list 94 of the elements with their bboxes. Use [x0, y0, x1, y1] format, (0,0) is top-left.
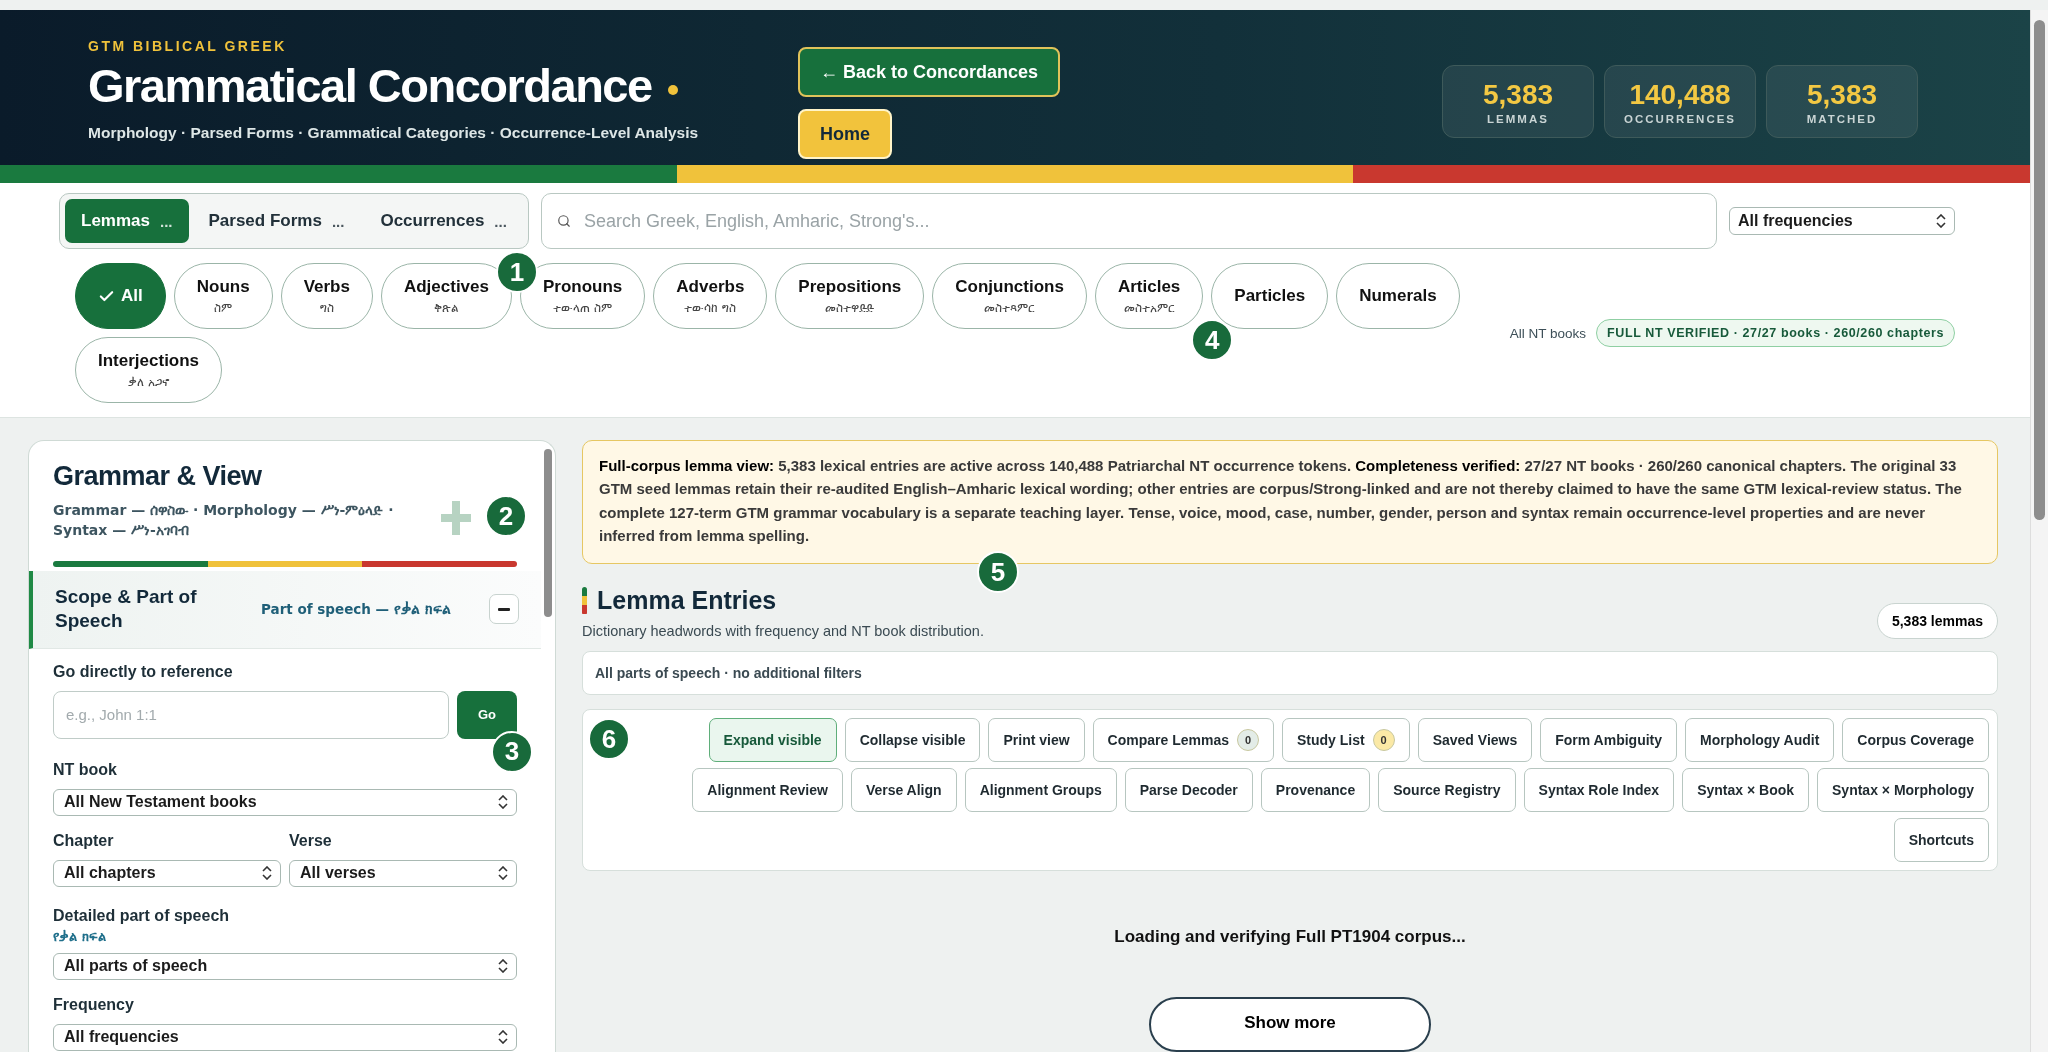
stat-label: OCCURRENCES	[1623, 112, 1737, 125]
chevron-updown-icon	[262, 866, 272, 881]
sidebar-subtitle: Grammar — ሰዋስው · Morphology — ሥነ-ምዕላድ · Syntax — ሥነ-አገባብ	[53, 501, 395, 541]
filter-chip[interactable]: Adjectives ቅጽል	[380, 263, 512, 329]
verse-select[interactable]: All verses	[289, 859, 517, 887]
filter-chip[interactable]: Numerals	[1336, 263, 1460, 329]
view-tab[interactable]: Lemmas ...	[65, 199, 189, 243]
field-sublabel: የቃል ክፍል	[53, 928, 107, 945]
chevron-updown-icon	[498, 959, 508, 974]
part-of-speech-select[interactable]: All parts of speech	[53, 952, 517, 980]
filter-chip[interactable]: Prepositions መስተዋድድ	[775, 263, 925, 329]
tool-button[interactable]: Shortcuts	[1893, 818, 1989, 862]
chevron-updown-icon	[1936, 214, 1946, 228]
section-title: Scope & Part of Speech	[55, 584, 198, 634]
section-subtitle: Part of speech — የቃል ክፍል	[261, 600, 452, 619]
show-more-button[interactable]: Show more	[1149, 997, 1431, 1052]
book-select[interactable]: All New Testament books	[53, 788, 517, 816]
dot-icon	[667, 84, 678, 95]
number-badge: 3	[491, 730, 533, 773]
field-label: Frequency	[53, 995, 135, 1014]
search-icon	[556, 214, 571, 228]
number-badge: 4	[1191, 319, 1234, 361]
loading-message: Loading and verifying Full PT1904 corpus...	[1113, 927, 1467, 947]
back-button[interactable]: ← Back to Concordances	[798, 47, 1061, 97]
home-button[interactable]: Home	[798, 109, 892, 159]
chevron-updown-icon	[498, 795, 508, 810]
filter-chip[interactable]: Verbs ግስ	[280, 263, 373, 329]
scrollbar-thumb[interactable]	[2034, 20, 2045, 520]
tool-button[interactable]: Syntax Role Index	[1523, 768, 1675, 812]
filter-chip[interactable]: Particles	[1211, 263, 1329, 329]
go-button[interactable]: Go	[457, 690, 517, 739]
tool-button[interactable]: Syntax × Morphology	[1817, 768, 1989, 812]
tool-button[interactable]: Study List 0	[1282, 718, 1410, 762]
reference-field[interactable]: e.g., John 1:1	[53, 690, 449, 739]
stat-label: LEMMAS	[1487, 112, 1549, 125]
filter-chip[interactable]: Conjunctions መስተጻምር	[932, 263, 1087, 329]
eyebrow-label: GTM BIBLICAL GREEK	[88, 38, 288, 54]
count-badge: 0	[1372, 729, 1395, 751]
filter-chip[interactable]: Nouns ስም	[173, 263, 273, 329]
tool-button[interactable]: Corpus Coverage	[1842, 718, 1989, 762]
tool-button[interactable]: Source Registry	[1378, 768, 1516, 812]
tool-button[interactable]: Alignment Review	[692, 768, 843, 812]
chevron-updown-icon	[498, 1030, 508, 1045]
count-badge: 5,383 lemmas	[1876, 603, 1998, 639]
verified-badge: FULL NT VERIFIED · 27/27 books · 260/260 chapters	[1596, 319, 1955, 347]
page-title: Grammatical Concordance	[88, 60, 652, 112]
filter-chip[interactable]: Interjections ቃለ አጋኖ	[75, 337, 223, 403]
section-subtitle: Dictionary headwords with frequency and NT book distribution.	[582, 623, 984, 639]
tool-button[interactable]: Provenance	[1260, 768, 1371, 812]
count-badge: 0	[1237, 729, 1259, 751]
page-subtitle: Morphology · Parsed Forms · Grammatical Categories · Occurrence-Level Analysis	[88, 123, 700, 142]
scrollbar-thumb[interactable]	[544, 449, 552, 617]
field-label: NT book	[53, 760, 118, 779]
section-title: Lemma Entries	[597, 586, 777, 615]
tool-button[interactable]: Verse Align	[850, 768, 957, 812]
filter-chip[interactable]: Adverbs ተውሳከ ግስ	[653, 263, 768, 329]
view-tab[interactable]: Occurrences ...	[364, 199, 523, 243]
tool-button[interactable]: Compare Lemmas 0	[1092, 718, 1274, 762]
field-label: Go directly to reference	[53, 662, 234, 681]
tool-button[interactable]: Morphology Audit	[1685, 718, 1835, 762]
collapse-button[interactable]	[489, 594, 519, 625]
tool-button[interactable]: Syntax × Book	[1682, 768, 1810, 812]
chapter-select[interactable]: All chapters	[53, 859, 281, 887]
stat-value: 140,488	[1629, 78, 1731, 111]
number-badge: 6	[588, 718, 630, 760]
filter-chip[interactable]: All	[75, 263, 166, 329]
tool-button[interactable]: Collapse visible	[844, 718, 981, 762]
tool-button[interactable]: Print view	[988, 718, 1085, 762]
stat-value: 5,383	[1482, 78, 1554, 111]
notice-text: Full-corpus lemma view: 5,383 lexical entries are active across 140,488 Patriarchal NT occurrence tokens. Completeness verified: 27/27 NT books · 260/260 canonical chapters. The original 33 GTM seed lemmas retain their re-audited English–Amharic lexical wording; other entries are corpus/Strong-linked and are not thereby claimed to have the same GTM lexical-review status. The complete 127-term GTM grammar vocabulary is a separate teaching layer. Tense, voice, mood, case, number, gender, person and syntax remain occurrence-level properties and are never inferred from lemma spelling.	[599, 456, 1963, 546]
field-label: Verse	[289, 831, 333, 850]
tool-button[interactable]: Saved Views	[1417, 718, 1533, 762]
stat-value: 5,383	[1806, 78, 1878, 111]
plus-icon	[441, 501, 471, 535]
tool-button[interactable]: Form Ambiguity	[1540, 718, 1678, 762]
sidebar-title: Grammar & View	[53, 461, 263, 492]
tool-button[interactable]: Alignment Groups	[964, 768, 1117, 812]
tool-button[interactable]: Expand visible	[708, 718, 837, 762]
chevron-updown-icon	[498, 866, 508, 881]
field-label: Chapter	[53, 831, 115, 850]
frequency-select[interactable]: All frequencies	[53, 1023, 517, 1051]
stat-label: MATCHED	[1806, 112, 1878, 125]
search-field[interactable]: Search Greek, English, Amharic, Strong's...	[540, 193, 1717, 249]
number-badge: 5	[977, 551, 1019, 593]
tool-button[interactable]: Parse Decoder	[1124, 768, 1253, 812]
filter-chip[interactable]: Articles መስተአምር	[1094, 263, 1204, 329]
number-badge: 1	[496, 251, 538, 293]
filter-summary: All parts of speech · no additional filters	[582, 651, 1998, 695]
scope-label: All NT books	[1509, 325, 1587, 341]
number-badge: 2	[485, 495, 527, 537]
flag-icon	[582, 586, 587, 615]
field-label: Detailed part of speech	[53, 906, 231, 925]
view-tab[interactable]: Parsed Forms ...	[192, 199, 361, 243]
frequency-select[interactable]: All frequencies	[1729, 207, 1955, 235]
